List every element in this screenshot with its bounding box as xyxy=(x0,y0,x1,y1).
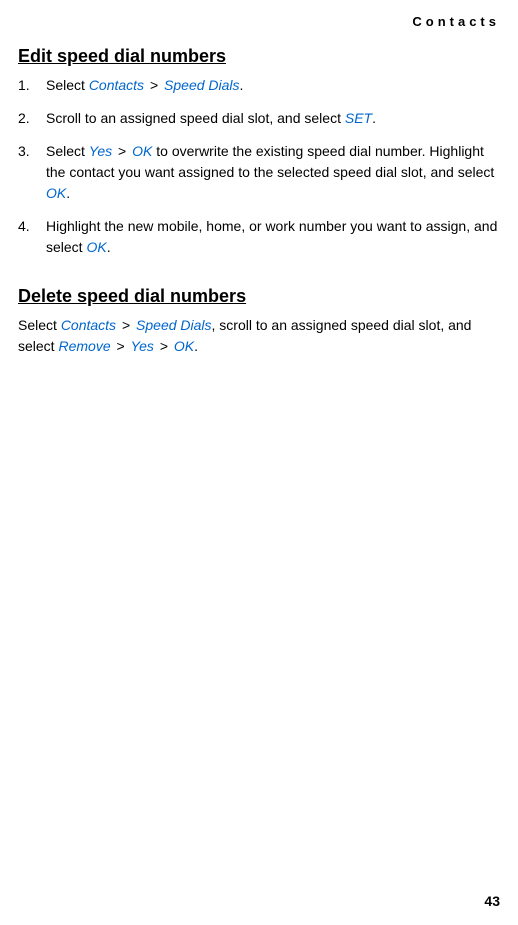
ui-term-contacts: Contacts xyxy=(89,77,144,93)
edit-steps-list: Select Contacts > Speed Dials. Scroll to… xyxy=(18,75,500,258)
breadcrumb-separator: > xyxy=(154,338,174,354)
ui-term-ok: OK xyxy=(174,338,194,354)
page-number: 43 xyxy=(484,893,500,909)
step3-suffix: . xyxy=(66,185,70,201)
step2-prefix: Scroll to an assigned speed dial slot, a… xyxy=(46,110,345,126)
ui-term-speed-dials: Speed Dials xyxy=(164,77,240,93)
ui-term-ok: OK xyxy=(132,143,152,159)
breadcrumb-separator: > xyxy=(144,77,164,93)
breadcrumb-separator: > xyxy=(112,143,132,159)
step4-prefix: Highlight the new mobile, home, or work … xyxy=(46,218,497,255)
breadcrumb-separator: > xyxy=(111,338,131,354)
step3-prefix: Select xyxy=(46,143,89,159)
step4-suffix: . xyxy=(107,239,111,255)
delete-suffix: . xyxy=(194,338,198,354)
ui-term-contacts: Contacts xyxy=(61,317,116,333)
ui-term-set: SET xyxy=(345,110,372,126)
step1-suffix: . xyxy=(240,77,244,93)
heading-edit-speed-dial: Edit speed dial numbers xyxy=(18,46,500,67)
delete-paragraph: Select Contacts > Speed Dials, scroll to… xyxy=(18,315,500,357)
heading-delete-speed-dial: Delete speed dial numbers xyxy=(18,286,500,307)
step2-suffix: . xyxy=(372,110,376,126)
edit-step-2: Scroll to an assigned speed dial slot, a… xyxy=(18,108,500,129)
edit-step-1: Select Contacts > Speed Dials. xyxy=(18,75,500,96)
edit-step-3: Select Yes > OK to overwrite the existin… xyxy=(18,141,500,204)
ui-term-yes: Yes xyxy=(131,338,154,354)
edit-step-4: Highlight the new mobile, home, or work … xyxy=(18,216,500,258)
ui-term-ok: OK xyxy=(86,239,106,255)
ui-term-yes: Yes xyxy=(89,143,112,159)
ui-term-speed-dials: Speed Dials xyxy=(136,317,212,333)
header-section-label: Contacts xyxy=(412,14,500,29)
ui-term-remove: Remove xyxy=(58,338,110,354)
breadcrumb-separator: > xyxy=(116,317,136,333)
delete-prefix: Select xyxy=(18,317,61,333)
ui-term-ok: OK xyxy=(46,185,66,201)
step1-prefix: Select xyxy=(46,77,89,93)
